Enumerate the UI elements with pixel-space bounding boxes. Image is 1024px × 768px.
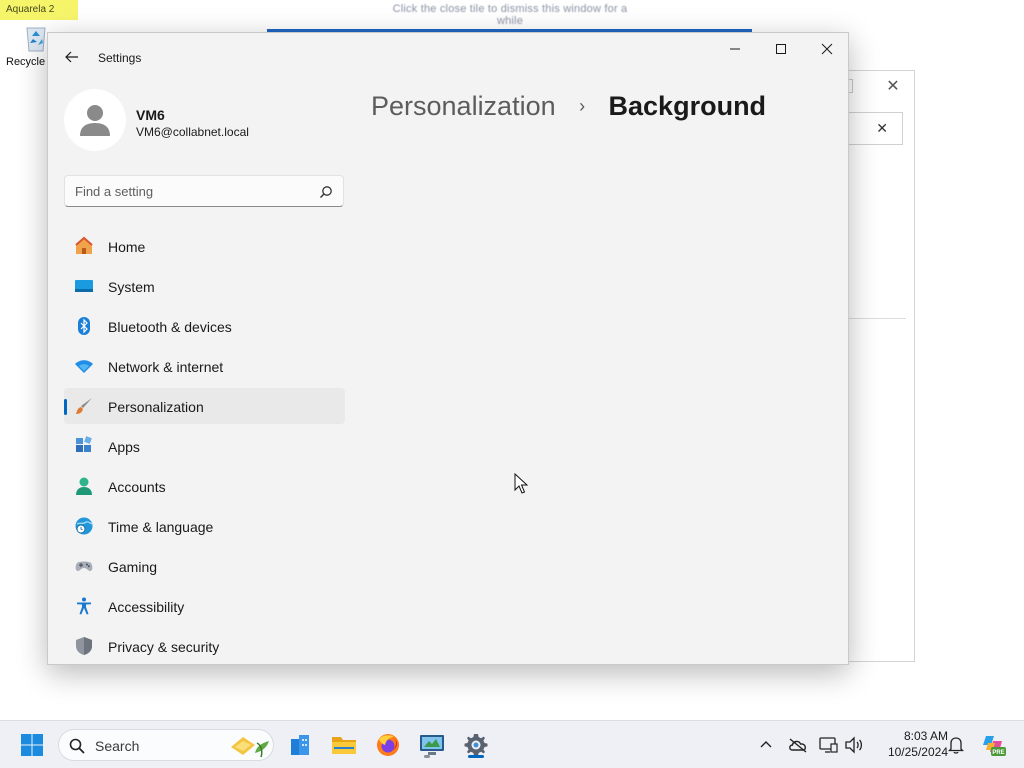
home-icon	[75, 236, 93, 254]
background-dialog-field[interactable]: ✕	[846, 112, 903, 145]
maximize-button[interactable]	[758, 33, 804, 65]
person-avatar-icon	[80, 105, 110, 136]
sidebar-item-network[interactable]: Network & internet	[64, 348, 345, 384]
sidebar-item-accessibility[interactable]: Accessibility	[64, 588, 345, 624]
clock-time: 8:03 AM	[903, 729, 948, 743]
windows-logo-icon	[21, 734, 43, 756]
clear-icon[interactable]: ✕	[876, 120, 888, 137]
settings-search	[64, 175, 344, 207]
sidebar-item-label: Network & internet	[108, 359, 224, 375]
copilot-button[interactable]: PRE	[980, 733, 1006, 757]
close-icon	[821, 43, 833, 55]
sidebar-nav: Home System Bluetooth & devices Network …	[64, 228, 345, 664]
speaker-icon	[845, 736, 863, 754]
monitor-icon	[420, 735, 444, 755]
sidebar-item-system[interactable]: System	[64, 268, 345, 304]
active-indicator	[468, 755, 484, 758]
sidebar-item-label: Privacy & security	[108, 639, 220, 655]
brush-icon	[76, 398, 92, 414]
wifi-icon	[75, 360, 93, 373]
taskbar-search-label: Search	[95, 738, 140, 754]
volume-button[interactable]	[844, 735, 864, 755]
back-arrow-icon	[65, 51, 78, 63]
back-button[interactable]	[60, 45, 84, 69]
person-icon	[76, 477, 92, 495]
firefox-button[interactable]	[372, 729, 404, 761]
settings-window: Settings VM6 VM6@collabnet.local Find a …	[47, 32, 849, 665]
copilot-icon: PRE	[983, 736, 1006, 756]
desktop-badge: Aquarela 2	[0, 0, 78, 20]
sidebar-item-bluetooth[interactable]: Bluetooth & devices	[64, 308, 345, 344]
app-title: Settings	[98, 51, 142, 65]
sidebar-item-label: Apps	[108, 439, 140, 455]
sidebar-item-time-language[interactable]: Time & language	[64, 508, 345, 544]
background-dialog-close-button[interactable]: ✕	[883, 77, 903, 97]
sidebar-item-apps[interactable]: Apps	[64, 428, 345, 464]
gear-icon	[464, 734, 488, 756]
shield-icon	[76, 637, 92, 655]
minimize-icon	[730, 48, 740, 50]
breadcrumb: Personalization › Background	[371, 91, 766, 122]
sidebar-item-gaming[interactable]: Gaming	[64, 548, 345, 584]
file-explorer-button[interactable]	[328, 729, 360, 761]
maximize-icon	[776, 44, 786, 54]
divider	[848, 318, 906, 319]
page-title: Background	[608, 91, 767, 121]
sidebar-item-label: Bluetooth & devices	[108, 319, 232, 335]
search-highlight-icon	[231, 737, 269, 758]
notifications-button[interactable]	[946, 735, 966, 755]
sidebar-item-label: Time & language	[108, 519, 214, 535]
user-email: VM6@collabnet.local	[136, 125, 249, 139]
breadcrumb-parent-link[interactable]: Personalization	[371, 91, 556, 121]
system-icon	[75, 280, 93, 292]
apps-icon	[76, 436, 92, 452]
sidebar-item-label: Accounts	[108, 479, 166, 495]
accessibility-icon	[77, 597, 91, 615]
search-icon	[69, 738, 85, 754]
firefox-icon	[377, 734, 399, 756]
search-input[interactable]	[65, 176, 343, 206]
search-icon[interactable]	[319, 185, 333, 199]
sidebar-item-label: System	[108, 279, 155, 295]
mouse-cursor-icon	[514, 473, 528, 494]
remote-desktop-button[interactable]	[416, 729, 448, 761]
taskbar-search[interactable]: Search	[58, 729, 274, 761]
cloud-offline-icon	[789, 738, 807, 753]
running-indicator	[424, 755, 430, 758]
user-name: VM6	[136, 107, 165, 123]
globe-clock-icon	[75, 517, 93, 535]
sidebar-item-personalization[interactable]: Personalization	[64, 388, 345, 424]
sidebar-item-label: Accessibility	[108, 599, 185, 615]
bell-icon	[948, 737, 964, 754]
show-hidden-icons-button[interactable]	[756, 735, 776, 755]
avatar	[64, 89, 126, 151]
folder-icon	[332, 737, 356, 754]
settings-taskbar-button[interactable]	[460, 729, 492, 761]
building-icon	[291, 735, 309, 755]
sidebar-item-label: Personalization	[108, 399, 204, 415]
minimize-button[interactable]	[712, 33, 758, 65]
widgets-button[interactable]	[284, 729, 316, 761]
clock[interactable]: 8:03 AM 10/25/2024	[872, 729, 948, 759]
start-button[interactable]	[16, 729, 48, 761]
copilot-badge: PRE	[992, 750, 1004, 756]
bluetooth-icon	[78, 317, 90, 335]
top-hint-text: Click the close tile to dismiss this win…	[392, 3, 628, 27]
sidebar-item-privacy[interactable]: Privacy & security	[64, 628, 345, 664]
gamepad-icon	[75, 561, 93, 571]
network-icon	[819, 737, 838, 753]
sidebar-item-home[interactable]: Home	[64, 228, 345, 264]
clock-date: 10/25/2024	[887, 745, 948, 759]
title-bar: Settings	[48, 33, 848, 81]
chevron-up-icon	[760, 741, 772, 748]
close-button[interactable]	[804, 33, 848, 65]
onedrive-button[interactable]	[788, 735, 808, 755]
network-button[interactable]	[819, 735, 839, 755]
taskbar: Search 8:03 AM 10/25/2024 PRE	[0, 720, 1024, 768]
sidebar-item-label: Gaming	[108, 559, 158, 575]
sidebar-item-accounts[interactable]: Accounts	[64, 468, 345, 504]
breadcrumb-separator: ›	[579, 96, 586, 116]
sidebar-item-label: Home	[108, 239, 146, 255]
